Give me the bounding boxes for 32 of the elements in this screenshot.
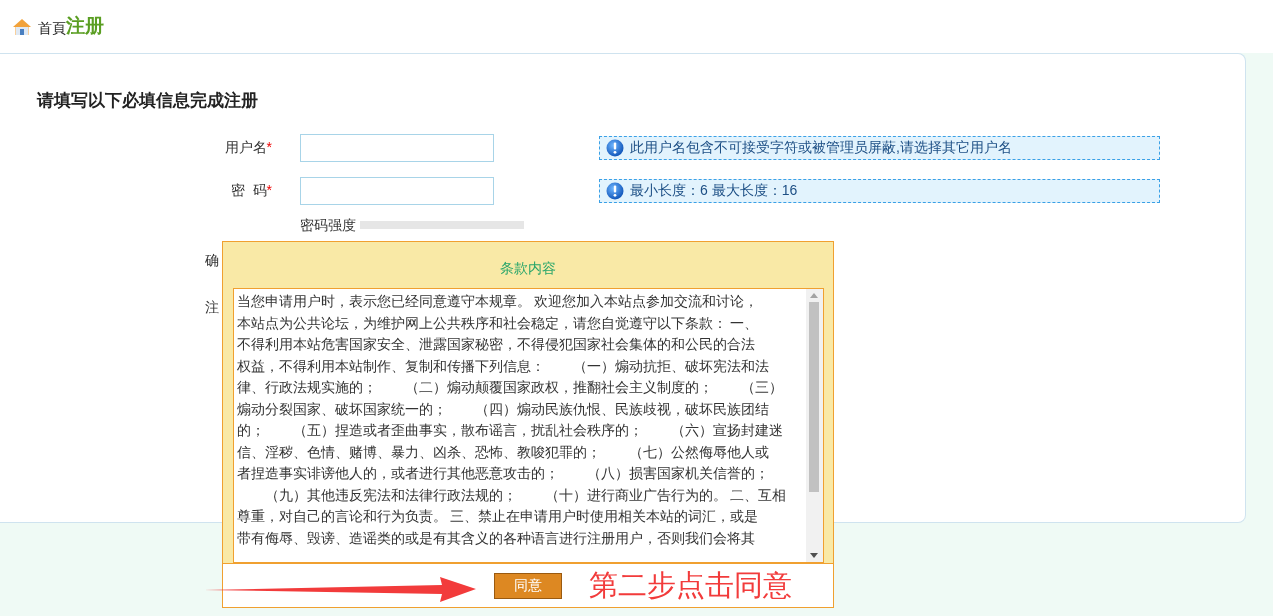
info-icon xyxy=(606,181,624,200)
field-label: 注 xyxy=(205,297,219,317)
input-field[interactable] xyxy=(300,133,494,162)
field-label: 密 码* xyxy=(229,181,272,200)
scroll-up-icon[interactable] xyxy=(810,293,818,298)
terms-line: 权益，不得利用本站制作、复制和传播下列信息： （一）煽动抗拒、破坏宪法和法 xyxy=(236,356,769,376)
hint-message: 最小长度：6 最大长度：16 xyxy=(599,178,1160,203)
terms-line: 尊重，对自己的言论和行为负责。 三、禁止在申请用户时使用相关本站的词汇，或是 xyxy=(236,507,759,526)
field-label: 确 xyxy=(205,250,219,270)
terms-line: 煽动分裂国家、破坏国家统一的； （四）煽动民族仇恨、民族歧视，破坏民族团结 xyxy=(236,399,769,419)
field-label: 用户名* xyxy=(223,138,272,157)
hint-message: 此用户名包含不可接受字符或被管理员屏蔽,请选择其它用户名 xyxy=(599,135,1160,160)
terms-line: 当您申请用户时，表示您已经同意遵守本规章。 欢迎您加入本站点参加交流和讨论， xyxy=(236,292,759,311)
terms-line: 本站点为公共论坛，为维护网上公共秩序和社会稳定，请您自觉遵守以下条款： 一、 xyxy=(236,313,759,333)
page-title: 注册 xyxy=(66,14,104,39)
terms-line: 的； （五）捏造或者歪曲事实，散布谣言，扰乱社会秩序的； （六）宣扬封建迷 xyxy=(236,421,783,440)
terms-line: 带有侮辱、毁谤、造谣类的或是有其含义的各种语言进行注册用户，否则我们会将其 xyxy=(236,528,755,548)
terms-line: （九）其他违反宪法和法律行政法规的； （十）进行商业广告行为的。 二、互相 xyxy=(263,485,787,505)
strength-label: 密码强度 xyxy=(300,215,356,235)
terms-line: 律、行政法规实施的； （二）煽动颠覆国家政权，推翻社会主义制度的； （三） xyxy=(236,378,783,397)
instruction-annotation: 第二步点击同意 xyxy=(589,568,792,603)
form-title: 请填写以下必填信息完成注册 xyxy=(37,90,259,112)
dialog-title: 条款内容 xyxy=(500,259,556,278)
info-icon xyxy=(606,138,624,157)
terms-line: 不得利用本站危害国家安全、泄露国家秘密，不得侵犯国家社会集体的和公民的合法 xyxy=(236,335,755,354)
home-link[interactable]: 首頁 xyxy=(38,18,66,39)
terms-line: 者捏造事实诽谤他人的，或者进行其他恶意攻击的； （八）损害国家机关信誉的； xyxy=(236,464,769,483)
terms-line: 信、淫秽、色情、赌博、暴力、凶杀、恐怖、教唆犯罪的； （七）公然侮辱他人或 xyxy=(236,442,769,462)
scrollbar[interactable] xyxy=(805,289,823,562)
home-icon[interactable] xyxy=(12,16,32,37)
input-field[interactable] xyxy=(300,176,494,205)
scroll-down-icon[interactable] xyxy=(810,553,818,558)
